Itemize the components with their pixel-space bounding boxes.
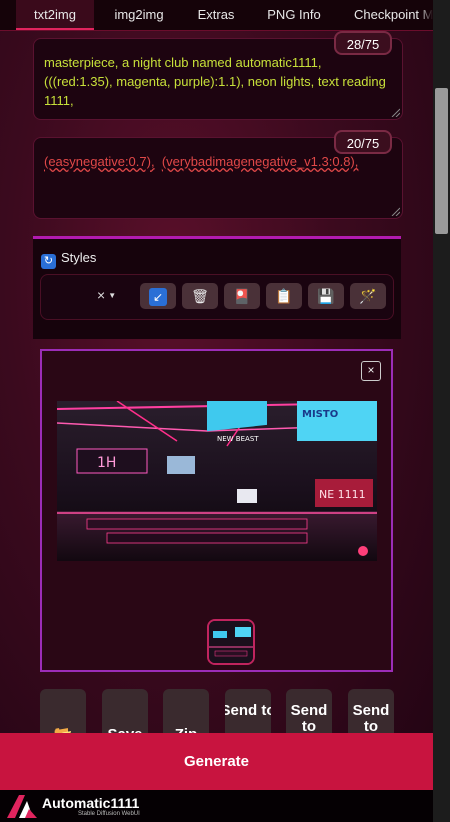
send-to-label: Send to [225,702,271,719]
negative-prompt-token: (easynegative:0.7), [44,154,155,169]
save-style-button[interactable]: 💾 [308,283,344,309]
save-icon: 💾 [317,288,335,304]
scrollbar-thumb[interactable] [435,88,448,234]
paste-button[interactable]: 📋 [266,283,302,309]
resize-handle-icon[interactable] [390,107,400,117]
footer-subtitle: Stable Diffusion WebUI [78,811,140,817]
output-gallery: × NEW BEAST MISTO 1H NE 1111 [40,349,393,672]
tab-img2img[interactable]: img2img [98,0,180,30]
send-to-label: Send to [352,702,390,735]
negative-prompt-box[interactable]: (easynegative:0.7), (verybadimagenegativ… [33,130,403,219]
styles-dropdown[interactable]: × ▼ [97,287,116,303]
send-to-label: Send to [290,702,328,735]
styles-label: Styles [61,250,97,265]
generate-button[interactable]: Generate [0,733,433,790]
footer-title: Automatic1111 [42,795,140,811]
tab-extras[interactable]: Extras [183,0,249,30]
extra-networks-button[interactable]: 🎴 [224,283,260,309]
tab-overflow-fade [419,0,433,30]
image-sign-text: NE 1111 [319,488,366,501]
thumbnail-image [209,621,253,663]
svg-text:NEW BEAST: NEW BEAST [217,435,259,443]
generated-image[interactable]: NEW BEAST MISTO 1H NE 1111 [57,401,377,561]
tab-txt2img[interactable]: txt2img [16,0,94,30]
svg-text:MISTO: MISTO [302,409,338,420]
styles-header[interactable]: ↻ Styles [41,250,96,269]
clear-icon[interactable]: × [97,287,105,303]
styles-panel: ↻ Styles × ▼ ↙ 🗑 🎴 📋 💾 🪄 [33,236,401,339]
clipboard-icon: 📋 [275,288,293,304]
delete-style-button[interactable]: 🗑 [182,283,218,309]
negative-prompt-token: (verybadimagenegative_v1.3:0.8), [161,154,359,169]
gallery-thumbnail[interactable] [207,619,255,665]
tab-png-info[interactable]: PNG Info [253,0,335,30]
image-sign-text: 1H [97,455,116,471]
close-icon[interactable]: × [361,361,381,381]
positive-prompt-box[interactable]: masterpiece, a night club named automati… [33,31,403,120]
negative-token-counter: 20/75 [334,130,392,154]
tab-bar: txt2img img2img Extras PNG Info Checkpoi… [0,0,433,31]
magic-button[interactable]: 🪄 [350,283,386,309]
page-scrollbar[interactable] [433,0,450,822]
arrow-down-left-icon: ↙ [149,288,167,306]
apply-style-button[interactable]: ↙ [140,283,176,309]
magic-wand-icon: 🪄 [359,288,377,304]
card-icon: 🎴 [233,288,251,304]
positive-token-counter: 28/75 [334,31,392,55]
trash-icon: 🗑 [191,288,209,304]
nightclub-image: NEW BEAST MISTO 1H NE 1111 [57,401,377,561]
styles-toolbar: × ▼ ↙ 🗑 🎴 📋 💾 🪄 [40,274,394,320]
chevron-down-icon[interactable]: ▼ [108,291,116,300]
refresh-icon[interactable]: ↻ [41,254,56,269]
resize-handle-icon[interactable] [390,206,400,216]
automatic1111-logo-icon [7,795,37,818]
